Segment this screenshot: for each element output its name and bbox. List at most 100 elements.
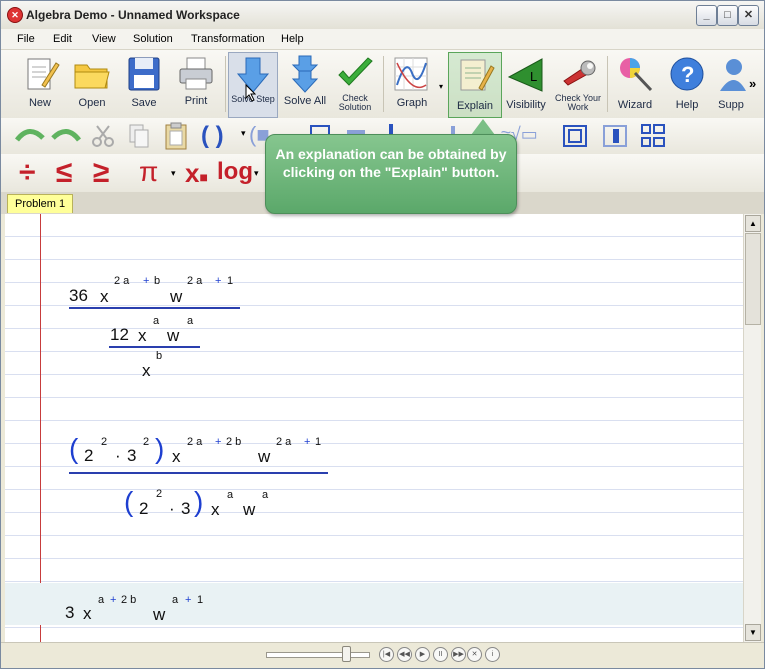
play-button[interactable]: ▶ [415,647,430,662]
toolbar-separator [607,56,608,112]
expr2-w-exp-plus: + [304,436,311,448]
graph-dropdown-arrow[interactable]: ▾ [439,52,445,116]
less-equal-symbol-button[interactable]: ≤ [56,156,72,190]
floppy-disk-icon [128,57,160,91]
pause-button[interactable]: II [433,647,448,662]
next-step-button[interactable]: ▶▶ [451,647,466,662]
save-button[interactable]: Save [119,52,169,116]
log-button[interactable]: log [217,158,253,186]
expr1-den-coef: 12 [110,325,129,344]
menu-bar: File Edit View Solution Transformation H… [1,29,764,50]
svg-text:L: L [530,69,537,84]
parentheses-icon[interactable]: ( ) [201,122,224,150]
expr2-w-exp-1: 1 [315,436,322,448]
wizard-button[interactable]: Wizard [610,52,660,116]
check-solution-button[interactable]: Check Solution [331,52,379,116]
log-dropdown-arrow[interactable]: ▾ [254,168,259,179]
menu-help[interactable]: Help [281,33,304,45]
info-button[interactable]: i [485,647,500,662]
tab-problem-1[interactable]: Problem 1 [7,194,74,213]
expr2-dot: · [115,446,121,465]
subscript-button[interactable]: x■ [185,158,208,189]
expr1-sub-x-exp: b [156,350,163,362]
new-document-icon [27,58,60,90]
expr2-den-two-exp: 2 [156,488,163,500]
expr2-three-exp: 2 [143,436,150,448]
visibility-label: Visibility [506,99,546,111]
expr2-two-exp: 2 [101,436,108,448]
expr2-den-open-paren: ( [124,486,134,517]
app-window: ✕ Algebra Demo - Unnamed Workspace _ □ ✕… [0,0,765,669]
expr2-den-close-paren: ) [194,486,204,517]
window-title: Algebra Demo - Unnamed Workspace [26,8,240,22]
print-button[interactable]: Print [171,52,221,116]
check-your-work-label: Check Your Work [554,93,602,112]
graph-button[interactable]: Graph [387,52,437,116]
support-button[interactable]: Supp [713,52,749,116]
previous-step-button[interactable]: ◀◀ [397,647,412,662]
check-your-work-button[interactable]: Check Your Work [552,52,604,116]
workspace-document[interactable]: 36 x 2 a + b w 2 a + 1 12 x a w a x b ( … [5,214,743,642]
expr2-w-exp-a: 2 a [276,436,292,448]
minimize-button[interactable]: _ [696,5,717,26]
expr1-numerator-coef: 36 [69,286,88,305]
menu-file[interactable]: File [17,33,35,45]
new-label: New [28,97,51,109]
scroll-down-arrow[interactable]: ▼ [745,624,761,641]
explain-button[interactable]: Explain [448,52,502,118]
expr1-inner-fraction-bar [109,346,200,348]
pi-dropdown-arrow[interactable]: ▾ [171,168,176,179]
maximize-button[interactable]: □ [717,5,738,26]
expr1-w-exp-plus: + [215,275,222,287]
stop-button[interactable]: ✕ [467,647,482,662]
parentheses-dropdown-arrow[interactable]: ▾ [241,128,246,139]
menu-edit[interactable]: Edit [53,33,72,45]
visibility-button[interactable]: L Visibility [501,52,551,116]
slider-track [266,652,370,658]
expr2-den-x: x [211,500,220,519]
new-button[interactable]: New [15,52,65,116]
greater-equal-symbol-button[interactable]: ≥ [93,156,109,190]
pi-symbol-button[interactable]: π [139,156,158,188]
expr2-den-two: 2 [139,499,149,518]
toolbar-overflow-chevron[interactable]: » [749,76,756,91]
menu-view[interactable]: View [92,33,116,45]
scroll-up-arrow[interactable]: ▲ [745,215,761,232]
expr1-main-fraction-bar [69,307,240,309]
expr3-x-exp-a: a [98,594,105,606]
main-toolbar: New Open Save Print Solve Step Solve All… [1,50,764,119]
expr1-w: w [170,287,183,306]
matrix-frame-icon[interactable] [561,123,589,149]
expr1-den-w-exp: a [187,315,194,327]
expr3-x: x [83,604,92,623]
solve-all-button[interactable]: Solve All [281,52,329,116]
divide-symbol-button[interactable]: ÷ [19,156,35,190]
double-down-arrow-icon [291,55,319,93]
matrix-rows-icon[interactable] [639,122,667,150]
help-label: Help [675,99,699,111]
menu-solution[interactable]: Solution [133,33,173,45]
close-button[interactable]: ✕ [738,5,759,26]
playback-slider[interactable] [266,646,370,662]
vertical-scrollbar[interactable]: ▲ ▼ [743,214,761,642]
matrix-column-icon[interactable] [601,123,629,149]
tooltip-pointer [471,119,495,135]
toolbar-separator [225,56,226,112]
toolbar-separator [383,56,384,112]
print-label: Print [184,95,208,107]
expr2-w: w [258,447,271,466]
help-button[interactable]: ? Help [662,52,712,116]
visibility-triangle-icon: L [507,58,543,92]
scroll-thumb[interactable] [745,233,761,325]
expr1-w-exp-1: 1 [227,275,234,287]
expr1-den-w: w [167,326,180,345]
menu-transformation[interactable]: Transformation [191,33,265,45]
slider-knob[interactable] [342,646,351,662]
wizard-label: Wizard [617,99,653,111]
expr2-open-paren: ( [69,433,79,464]
expr2-den-x-exp: a [227,489,234,501]
support-person-icon [720,59,746,91]
open-button[interactable]: Open [67,52,117,116]
expr1-w-exp-a: 2 a [187,275,203,287]
first-step-button[interactable]: |◀ [379,647,394,662]
